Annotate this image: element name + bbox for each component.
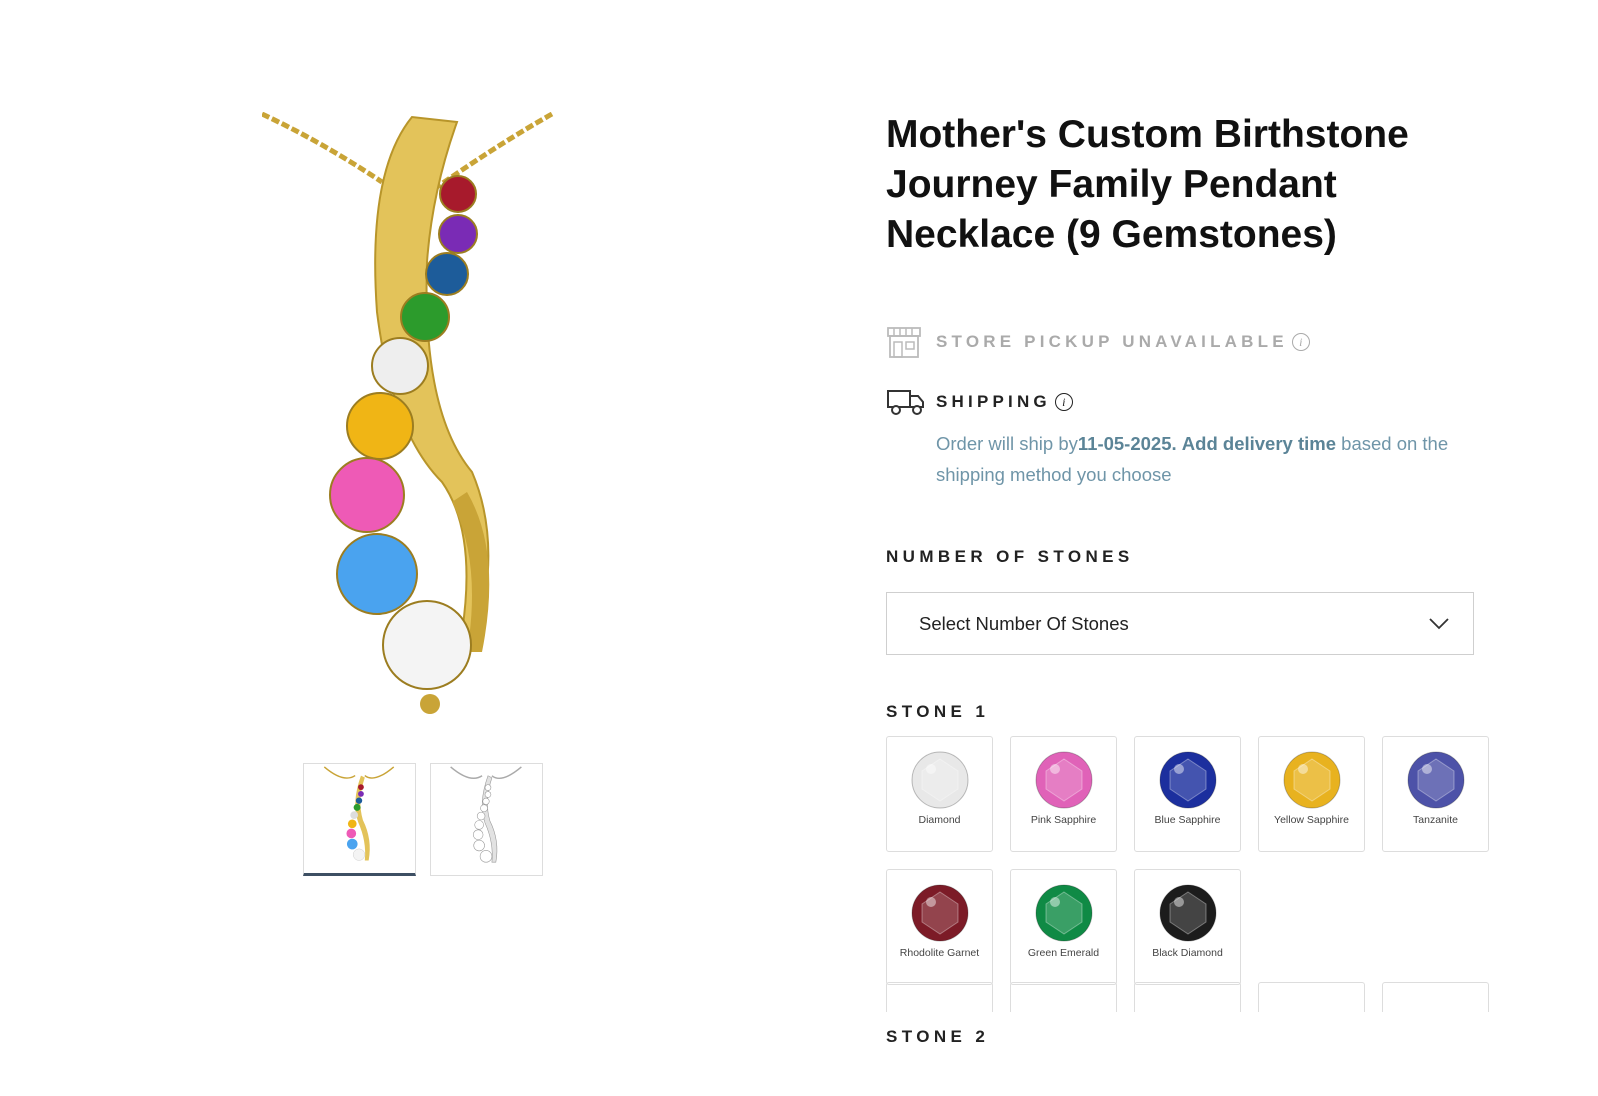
pendant-image[interactable] xyxy=(262,112,562,722)
stone-1-options: Diamond Pink Sapphire Blue Sapphire Yellow … xyxy=(886,736,1489,985)
product-gallery xyxy=(0,0,850,1096)
number-of-stones-select[interactable]: Select Number Of Stones xyxy=(886,592,1474,655)
chevron-down-icon xyxy=(1429,617,1449,629)
stone-option[interactable]: Diamond xyxy=(886,736,993,852)
stone-option[interactable]: Blue Sapphire xyxy=(1134,736,1241,852)
stone-option-label: Rhodolite Garnet xyxy=(899,947,980,959)
pickup-info-icon[interactable]: i xyxy=(1291,333,1310,351)
ship-by-text: Order will ship by xyxy=(936,433,1078,454)
stone-2-option[interactable] xyxy=(886,982,993,1012)
stone-option[interactable]: Yellow Sapphire xyxy=(1258,736,1365,852)
gem-icon xyxy=(1159,884,1216,942)
gem-icon xyxy=(1407,751,1464,809)
product-details: Mother's Custom Birthstone Journey Famil… xyxy=(886,110,1516,1046)
number-of-stones-label: NUMBER OF STONES xyxy=(886,547,1134,566)
stone-option-label: Tanzanite xyxy=(1413,814,1458,826)
gem-icon xyxy=(911,751,968,809)
silver-pendant-thumbnail-icon xyxy=(450,766,522,863)
thumbnail-list xyxy=(303,763,543,876)
gem-icon xyxy=(1035,884,1092,942)
stone-option[interactable]: Pink Sapphire xyxy=(1010,736,1117,852)
shipping-label: SHIPPING xyxy=(936,392,1051,411)
ship-date: 11-05-2025. xyxy=(1077,433,1177,454)
stone-2-option[interactable] xyxy=(1010,982,1117,1012)
stone-option-label: Blue Sapphire xyxy=(1154,814,1221,826)
stone-2-options xyxy=(886,982,1489,1012)
stone-option[interactable]: Rhodolite Garnet xyxy=(886,869,993,985)
gem-icon xyxy=(1159,751,1216,809)
truck-icon xyxy=(887,390,924,415)
product-title: Mother's Custom Birthstone Journey Famil… xyxy=(886,113,1409,256)
gem-icon xyxy=(1035,751,1092,809)
stone-option-label: Green Emerald xyxy=(1027,947,1100,959)
stone-option[interactable]: Tanzanite xyxy=(1382,736,1489,852)
stone-1-label: STONE 1 xyxy=(886,702,990,721)
stone-option-label: Diamond xyxy=(918,814,961,826)
store-pickup-status: STORE PICKUP UNAVAILABLE i xyxy=(886,325,1310,359)
gem-icon xyxy=(911,884,968,942)
store-pickup-label: STORE PICKUP UNAVAILABLE xyxy=(936,332,1288,351)
stone-option[interactable]: Black Diamond xyxy=(1134,869,1241,985)
thumbnail-silver-pendant[interactable] xyxy=(430,763,543,876)
shipping-description: Order will ship by11-05-2025. Add delive… xyxy=(936,428,1466,490)
stone-option-label: Black Diamond xyxy=(1152,947,1223,959)
stone-2-option[interactable] xyxy=(1134,982,1241,1012)
thumbnail-gold-pendant[interactable] xyxy=(303,763,416,876)
stone-option-label: Yellow Sapphire xyxy=(1274,814,1349,826)
stone-2-option[interactable] xyxy=(1382,982,1489,1012)
stone-option[interactable]: Green Emerald xyxy=(1010,869,1117,985)
number-of-stones-value: Select Number Of Stones xyxy=(919,612,1129,634)
stone-2-label: STONE 2 xyxy=(886,1027,990,1046)
gold-pendant-thumbnail-icon xyxy=(323,766,395,861)
stone-option-label: Pink Sapphire xyxy=(1030,814,1097,826)
stone-2-option[interactable] xyxy=(1258,982,1365,1012)
shipping-info: SHIPPING i Order will ship by11-05-2025.… xyxy=(886,388,1466,490)
store-icon xyxy=(887,327,921,358)
add-delivery-time-link[interactable]: Add delivery time xyxy=(1182,433,1336,454)
shipping-info-icon[interactable]: i xyxy=(1054,393,1073,411)
gem-icon xyxy=(1283,751,1340,809)
